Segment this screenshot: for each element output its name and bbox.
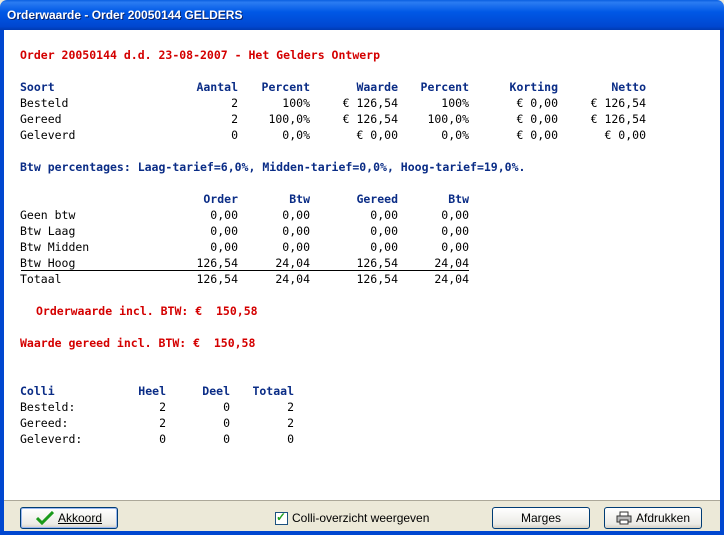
btw-cell: 0,00 — [441, 224, 469, 238]
colli-cell: Gereed: — [20, 416, 69, 430]
colli-cell: 2 — [159, 416, 166, 430]
summary-header-percent: Percent — [261, 80, 310, 94]
summary-header-korting: Korting — [509, 80, 558, 94]
btw-cell: Btw Laag — [20, 224, 76, 238]
title-bar: Orderwaarde - Order 20050144 GELDERS — [0, 0, 724, 30]
summary-cell: 100,0% — [427, 112, 469, 126]
summary-cell: € 126,54 — [590, 96, 646, 110]
summary-cell: 100,0% — [268, 112, 310, 126]
colli-cell: 2 — [159, 400, 166, 414]
checkbox-check-icon: ✓ — [276, 509, 287, 524]
summary-cell: € 0,00 — [516, 96, 558, 110]
total-divider — [21, 270, 469, 271]
akkoord-label: Akkoord — [57, 511, 103, 525]
colli-cell: Geleverd: — [20, 432, 83, 446]
colli-header-heel: Heel — [138, 384, 166, 398]
summary-cell: 100% — [441, 96, 469, 110]
summary-cell: 0,0% — [441, 128, 469, 142]
btw-cell: 0,00 — [282, 240, 310, 254]
btw-cell: 0,00 — [282, 224, 310, 238]
marges-label: Marges — [520, 511, 561, 525]
summary-header-percent2: Percent — [420, 80, 469, 94]
colli-cell: 2 — [287, 400, 294, 414]
summary-header-soort: Soort — [20, 80, 55, 94]
colli-header-totaal: Totaal — [252, 384, 294, 398]
btw-cell: 126,54 — [356, 256, 398, 270]
colli-cell: Besteld: — [20, 400, 76, 414]
checkbox-box[interactable]: ✓ — [275, 509, 288, 525]
btw-header-btw2: Btw — [448, 192, 469, 206]
btw-cell: 126,54 — [196, 256, 238, 270]
btw-cell: 0,00 — [210, 240, 238, 254]
checkbox-label: Colli-overzicht weergeven — [292, 511, 430, 525]
btw-header-gereed: Gereed — [356, 192, 398, 206]
colli-cell: 0 — [287, 432, 294, 446]
orderwaarde-total: Orderwaarde incl. BTW: € 150,58 — [36, 304, 258, 318]
window-title: Orderwaarde - Order 20050144 GELDERS — [7, 8, 243, 22]
btw-total-cell: 126,54 — [356, 272, 398, 286]
colli-header-deel: Deel — [202, 384, 230, 398]
waarde-gereed-total: Waarde gereed incl. BTW: € 150,58 — [20, 336, 256, 350]
btw-cell: 0,00 — [210, 224, 238, 238]
btw-header-btw: Btw — [289, 192, 310, 206]
summary-cell: € 0,00 — [516, 112, 558, 126]
colli-cell: 0 — [159, 432, 166, 446]
btw-cell: 24,04 — [434, 256, 469, 270]
colli-cell: 2 — [287, 416, 294, 430]
colli-header-colli: Colli — [20, 384, 55, 398]
summary-cell: Gereed — [20, 112, 62, 126]
btw-total-cell: 24,04 — [434, 272, 469, 286]
summary-header-netto: Netto — [611, 80, 646, 94]
summary-cell: € 0,00 — [516, 128, 558, 142]
btw-cell: Geen btw — [20, 208, 76, 222]
akkoord-button[interactable]: Akkoord — [20, 507, 118, 529]
colli-cell: 0 — [223, 432, 230, 446]
btw-total-cell: Totaal — [20, 272, 62, 286]
btw-total-cell: 24,04 — [275, 272, 310, 286]
btw-percentages-line: Btw percentages: Laag-tarief=6,0%, Midde… — [20, 160, 526, 174]
summary-cell: Besteld — [20, 96, 69, 110]
btw-header-order: Order — [203, 192, 238, 206]
colli-cell: 0 — [223, 400, 230, 414]
btw-cell: Btw Midden — [20, 240, 90, 254]
summary-cell: 0,0% — [282, 128, 310, 142]
summary-cell: € 0,00 — [604, 128, 646, 142]
btw-cell: Btw Hoog — [20, 256, 76, 270]
summary-cell: 100% — [282, 96, 310, 110]
summary-cell: Geleverd — [20, 128, 76, 142]
btw-cell: 0,00 — [441, 208, 469, 222]
colli-cell: 0 — [223, 416, 230, 430]
btw-total-cell: 126,54 — [196, 272, 238, 286]
btw-cell: 0,00 — [370, 240, 398, 254]
summary-cell: € 126,54 — [590, 112, 646, 126]
marges-button[interactable]: Marges — [492, 507, 590, 529]
btw-cell: 24,04 — [275, 256, 310, 270]
btw-cell: 0,00 — [441, 240, 469, 254]
report-area: Order 20050144 d.d. 23-08-2007 - Het Gel… — [4, 30, 720, 501]
checkmark-icon — [35, 511, 54, 525]
btw-cell: 0,00 — [370, 208, 398, 222]
btw-cell: 0,00 — [210, 208, 238, 222]
afdrukken-label: Afdrukken — [635, 511, 691, 525]
btw-cell: 0,00 — [282, 208, 310, 222]
printer-icon — [616, 511, 632, 525]
order-header: Order 20050144 d.d. 23-08-2007 - Het Gel… — [20, 48, 381, 62]
colli-overzicht-checkbox[interactable]: ✓ Colli-overzicht weergeven — [275, 509, 430, 525]
btw-cell: 0,00 — [370, 224, 398, 238]
afdrukken-button[interactable]: Afdrukken — [604, 507, 702, 529]
